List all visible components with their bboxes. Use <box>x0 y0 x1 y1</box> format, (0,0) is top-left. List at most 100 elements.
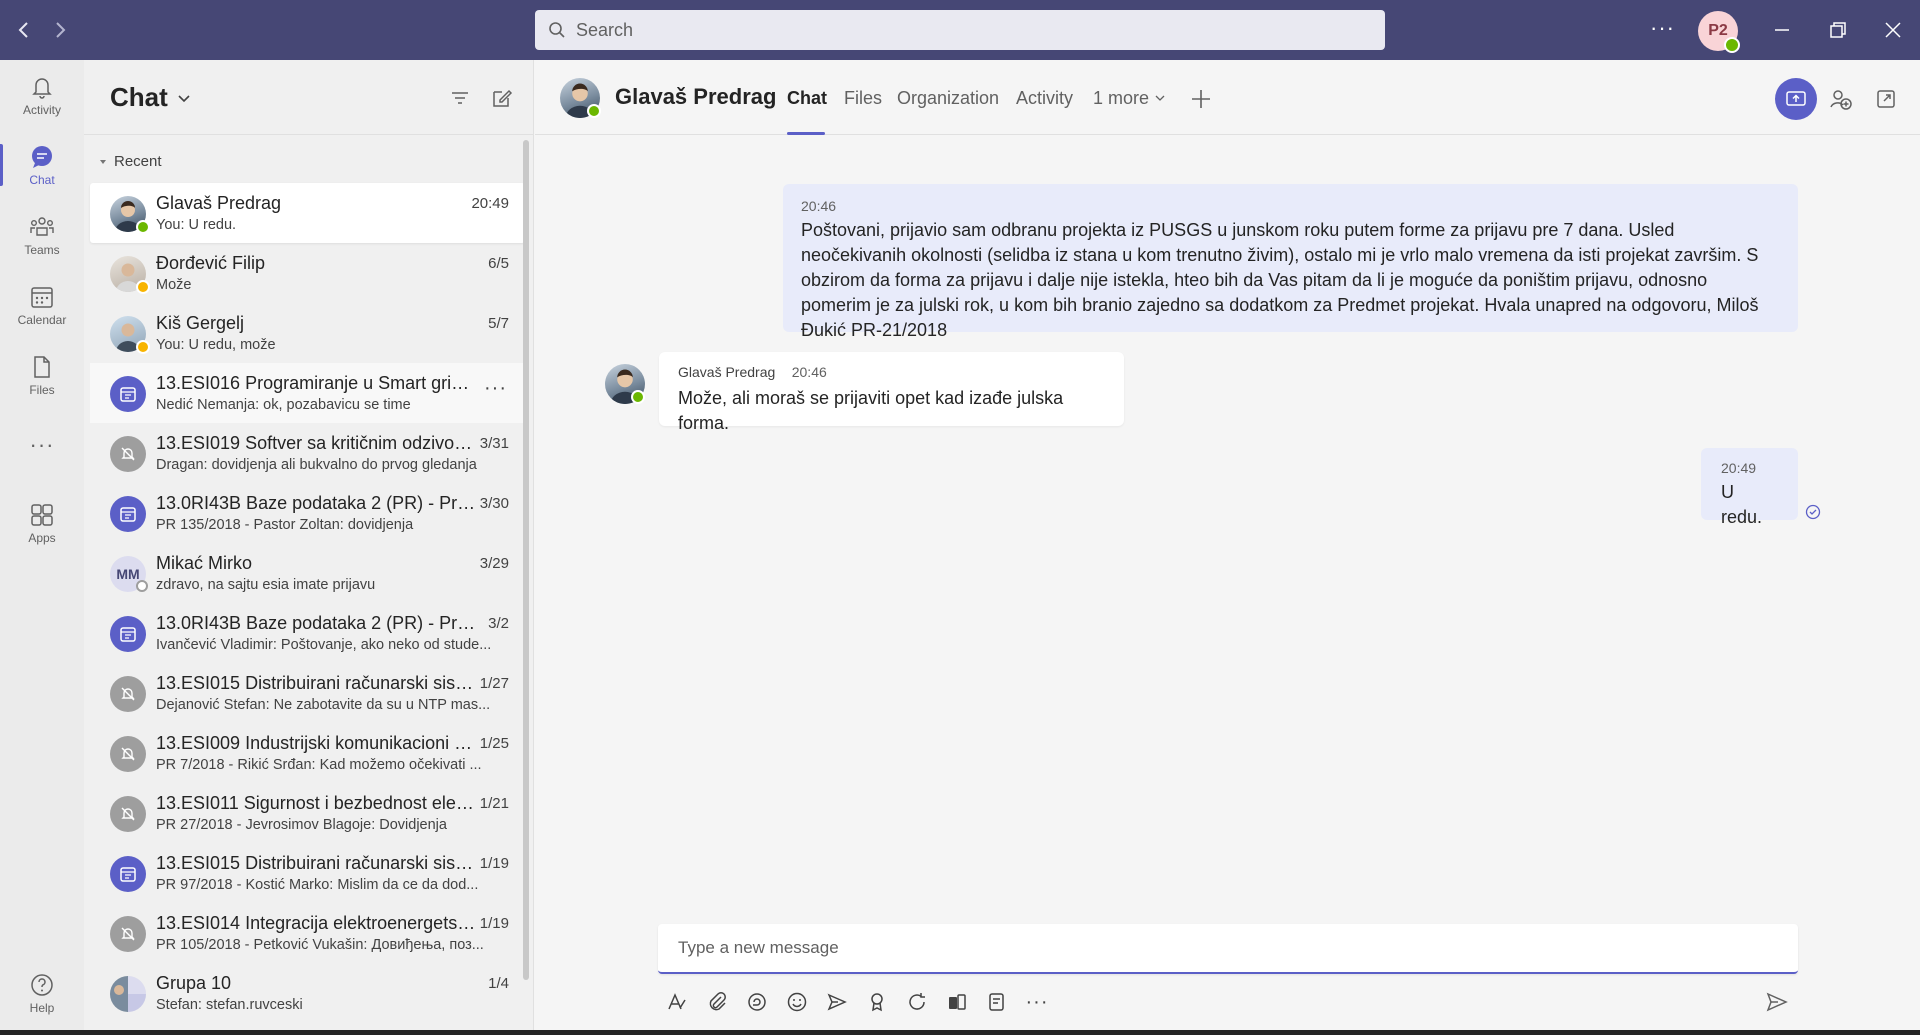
attach-button[interactable] <box>701 986 733 1018</box>
minimize-icon[interactable] <box>1762 10 1802 50</box>
format-icon <box>668 993 686 1010</box>
message-text: Može, ali moraš se prijaviti opet kad iz… <box>678 388 1064 433</box>
chat-list-item[interactable]: 13.ESI014 Integracija elektroenergetski.… <box>90 903 525 963</box>
chat-list-title[interactable]: Chat <box>110 82 168 113</box>
send-button[interactable] <box>1761 986 1793 1018</box>
message-bubble-mine[interactable]: 20:49 U redu. <box>1701 448 1798 527</box>
chat-list-item[interactable]: 13.ESI019 Softver sa kritičnim odzivom .… <box>90 423 525 483</box>
chat-list-item[interactable]: Kiš Gergelj You: U redu, može 5/7 <box>90 303 525 363</box>
chat-list-item[interactable]: 13.ESI015 Distribuirani računarski siste… <box>90 663 525 723</box>
more-options-button[interactable]: ··· <box>1021 986 1053 1018</box>
add-people-button[interactable] <box>1820 78 1862 120</box>
loop-button[interactable] <box>741 986 773 1018</box>
calendar-icon <box>31 286 53 308</box>
muted-chat-icon <box>110 436 146 472</box>
updates-button[interactable] <box>901 986 933 1018</box>
back-arrow-icon[interactable] <box>8 14 40 46</box>
chat-time: 1/21 <box>479 795 509 812</box>
chat-preview: You: U redu. <box>156 217 237 233</box>
chat-list-item[interactable]: MM Mikać Mirko zdravo, na sajtu esia ima… <box>90 543 525 603</box>
message-compose-box[interactable]: Type a new message <box>658 924 1798 974</box>
chat-list-item[interactable]: 13.ESI011 Sigurnost i bezbednost elekt..… <box>90 783 525 843</box>
praise-button[interactable] <box>861 986 893 1018</box>
praise-icon <box>871 993 883 1012</box>
teams-icon <box>30 216 54 236</box>
chat-list-item[interactable]: Grupa 10 Stefan: stefan.ruvceski 1/4 <box>90 963 525 1023</box>
message-sender: Glavaš Predrag <box>678 364 776 380</box>
chat-list-item[interactable]: 13.ESI015 Distribuirani računarski siste… <box>90 843 525 903</box>
recent-section-header[interactable]: Recent <box>98 153 162 170</box>
schedule-send-icon <box>827 993 847 1011</box>
restore-icon[interactable] <box>1818 10 1858 50</box>
chat-more-options-button[interactable]: ··· <box>484 377 507 400</box>
chat-name: Đorđević Filip <box>156 253 266 273</box>
search-input[interactable]: Search <box>535 10 1385 50</box>
emoji-button[interactable] <box>781 986 813 1018</box>
new-chat-icon[interactable] <box>490 86 514 110</box>
presence-available-icon <box>587 104 601 118</box>
schedule-send-button[interactable] <box>821 986 853 1018</box>
message-text: U redu. <box>1721 482 1763 527</box>
tab-activity[interactable]: Activity <box>1016 88 1073 109</box>
tab-chat[interactable]: Chat <box>787 88 827 109</box>
settings-more-button[interactable]: ··· <box>1650 15 1675 41</box>
message-sent-icon <box>1805 504 1821 520</box>
chat-list-item[interactable]: Glavaš Predrag You: U redu. 20:49 <box>90 183 525 243</box>
rail-more-button[interactable]: ··· <box>0 412 84 478</box>
meeting-chat-icon <box>110 856 146 892</box>
chat-time: 1/19 <box>479 855 509 872</box>
chat-name: 13.ESI014 Integracija elektroenergetski.… <box>156 913 476 933</box>
close-icon[interactable] <box>1873 10 1913 50</box>
group-avatar <box>110 976 146 1012</box>
chat-preview: Stefan: stefan.ruvceski <box>156 997 303 1013</box>
chat-list-item[interactable]: 13.0RI43B Baze podataka 2 (PR) - Preda..… <box>90 603 525 663</box>
message-bubble-received[interactable]: Glavaš Predrag 20:46 Može, ali moraš se … <box>659 352 1124 433</box>
chat-name: 13.ESI011 Sigurnost i bezbednost elekt..… <box>156 793 476 813</box>
chat-preview: Ivančević Vladimir: Poštovanje, ako neko… <box>156 637 492 653</box>
rail-item-teams[interactable]: Teams <box>0 202 84 268</box>
presence-available-icon <box>136 220 150 234</box>
forms-button[interactable] <box>981 986 1013 1018</box>
add-tab-icon[interactable] <box>1190 88 1212 110</box>
muted-chat-icon <box>110 916 146 952</box>
rail-label: Activity <box>22 102 61 117</box>
chat-name: 13.ESI015 Distribuirani računarski siste… <box>156 853 476 873</box>
muted-chat-icon <box>110 676 146 712</box>
rail-item-calendar[interactable]: Calendar <box>0 272 84 338</box>
profile-avatar[interactable]: P2 <box>1698 11 1740 53</box>
chat-list-item[interactable]: 13.ESI016 Programiranje u Smart grid si.… <box>90 363 525 423</box>
chat-name: 13.0RI43B Baze podataka 2 (PR) - Pred... <box>156 493 476 513</box>
filter-icon[interactable] <box>448 86 472 110</box>
chat-name: Kiš Gergelj <box>156 313 245 333</box>
pop-out-chat-button[interactable] <box>1865 78 1907 120</box>
tab-organization[interactable]: Organization <box>897 88 999 109</box>
chevron-down-icon[interactable] <box>176 90 192 106</box>
rail-label: Files <box>29 382 55 397</box>
share-screen-button[interactable] <box>1775 78 1817 120</box>
format-button[interactable] <box>661 986 693 1018</box>
tab-files[interactable]: Files <box>844 88 882 109</box>
rail-item-chat[interactable]: Chat <box>0 132 84 198</box>
rail-item-files[interactable]: Files <box>0 342 84 408</box>
tab-more[interactable]: 1 more <box>1093 88 1166 109</box>
search-icon <box>549 22 565 38</box>
meeting-chat-icon <box>110 496 146 532</box>
chat-list-item[interactable]: 13.ESI009 Industrijski komunikacioni pr.… <box>90 723 525 783</box>
chat-time: 3/31 <box>479 435 509 452</box>
app-button[interactable] <box>941 986 973 1018</box>
rail-item-apps[interactable]: Apps <box>0 490 84 556</box>
message-time: 20:46 <box>801 198 837 214</box>
message-bubble-mine[interactable]: 20:46 Poštovani, prijavio sam odbranu pr… <box>783 184 1798 340</box>
apps-icon <box>31 503 53 526</box>
avatar-initials: MM <box>116 566 140 582</box>
contact-name: Glavaš Predrag <box>615 84 777 109</box>
chat-list-scrollbar[interactable] <box>523 140 529 980</box>
rail-item-help[interactable]: Help <box>0 960 84 1026</box>
rail-label: Apps <box>28 530 56 545</box>
chat-time: 1/4 <box>488 975 509 992</box>
chat-list-item[interactable]: Đorđević Filip Može 6/5 <box>90 243 525 303</box>
chat-list-item[interactable]: 13.0RI43B Baze podataka 2 (PR) - Pred...… <box>90 483 525 543</box>
forward-arrow-icon[interactable] <box>44 14 76 46</box>
chat-name: Grupa 10 <box>156 973 232 993</box>
rail-item-activity[interactable]: Activity <box>0 62 84 128</box>
